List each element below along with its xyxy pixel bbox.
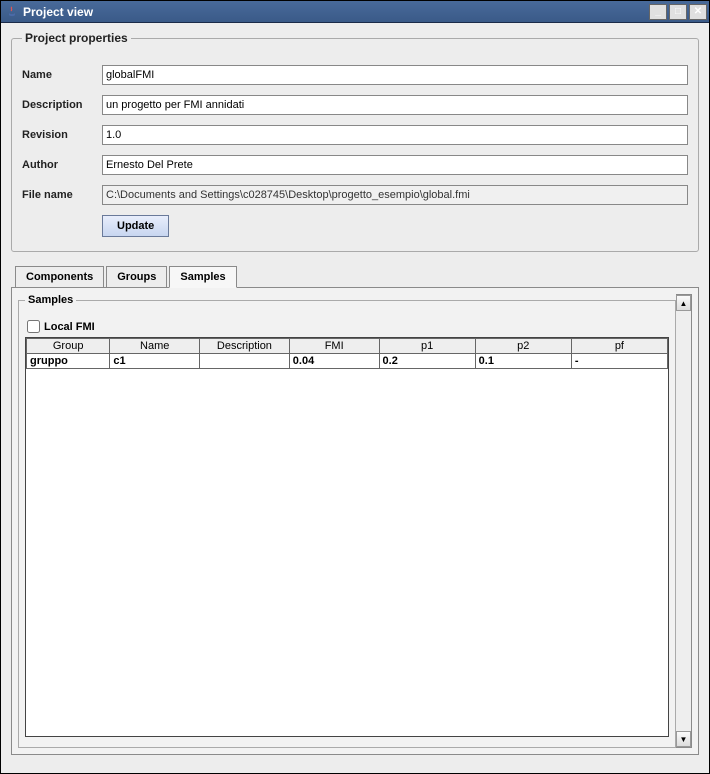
label-name: Name [22,69,102,81]
local-fmi-label: Local FMI [44,321,95,333]
cell-p2[interactable]: 0.1 [475,354,571,369]
row-revision: Revision [22,125,688,145]
row-name: Name [22,65,688,85]
tab-bar: Components Groups Samples [11,266,699,288]
col-p2[interactable]: p2 [475,339,571,354]
row-author: Author [22,155,688,175]
java-icon [5,5,19,19]
tab-groups[interactable]: Groups [106,266,167,288]
local-fmi-checkbox[interactable] [27,320,40,333]
scroll-down-button[interactable]: ▼ [676,731,691,747]
scroll-up-button[interactable]: ▲ [676,295,691,311]
table-row[interactable]: gruppo c1 0.04 0.2 0.1 - [27,354,668,369]
local-fmi-row: Local FMI [27,320,669,333]
samples-panel: Samples Local FMI Group [11,287,699,755]
col-fmi[interactable]: FMI [289,339,379,354]
revision-input[interactable] [102,125,688,145]
minimize-button[interactable]: _ [649,4,667,20]
label-filename: File name [22,189,102,201]
row-description: Description [22,95,688,115]
close-button[interactable]: ✕ [689,4,707,20]
table-header-row: Group Name Description FMI p1 p2 pf [27,339,668,354]
cell-group[interactable]: gruppo [27,354,110,369]
col-p1[interactable]: p1 [379,339,475,354]
label-description: Description [22,99,102,111]
author-input[interactable] [102,155,688,175]
cell-fmi[interactable]: 0.04 [289,354,379,369]
project-view-window: Project view _ □ ✕ Project properties Na… [0,0,710,774]
cell-pf[interactable]: - [571,354,667,369]
samples-legend: Samples [25,294,76,306]
panel-vertical-scrollbar[interactable]: ▲ ▼ [676,294,692,748]
cell-description[interactable] [200,354,290,369]
name-input[interactable] [102,65,688,85]
samples-fieldset: Samples Local FMI Group [18,294,676,748]
content-area: Project properties Name Description Revi… [1,23,709,773]
window-title: Project view [23,5,649,19]
titlebar[interactable]: Project view _ □ ✕ [1,1,709,23]
tab-samples[interactable]: Samples [169,266,236,288]
filename-input [102,185,688,205]
samples-table: Group Name Description FMI p1 p2 pf [26,338,668,369]
col-description[interactable]: Description [200,339,290,354]
scroll-track[interactable] [676,311,691,731]
tab-components[interactable]: Components [15,266,104,288]
window-controls: _ □ ✕ [649,4,707,20]
col-pf[interactable]: pf [571,339,667,354]
description-input[interactable] [102,95,688,115]
cell-name[interactable]: c1 [110,354,200,369]
col-group[interactable]: Group [27,339,110,354]
row-filename: File name [22,185,688,205]
label-revision: Revision [22,129,102,141]
maximize-button[interactable]: □ [669,4,687,20]
samples-table-wrap: Group Name Description FMI p1 p2 pf [25,337,669,737]
cell-p1[interactable]: 0.2 [379,354,475,369]
project-properties-fieldset: Project properties Name Description Revi… [11,31,699,252]
update-button[interactable]: Update [102,215,169,237]
label-author: Author [22,159,102,171]
project-properties-legend: Project properties [22,31,131,45]
col-name[interactable]: Name [110,339,200,354]
